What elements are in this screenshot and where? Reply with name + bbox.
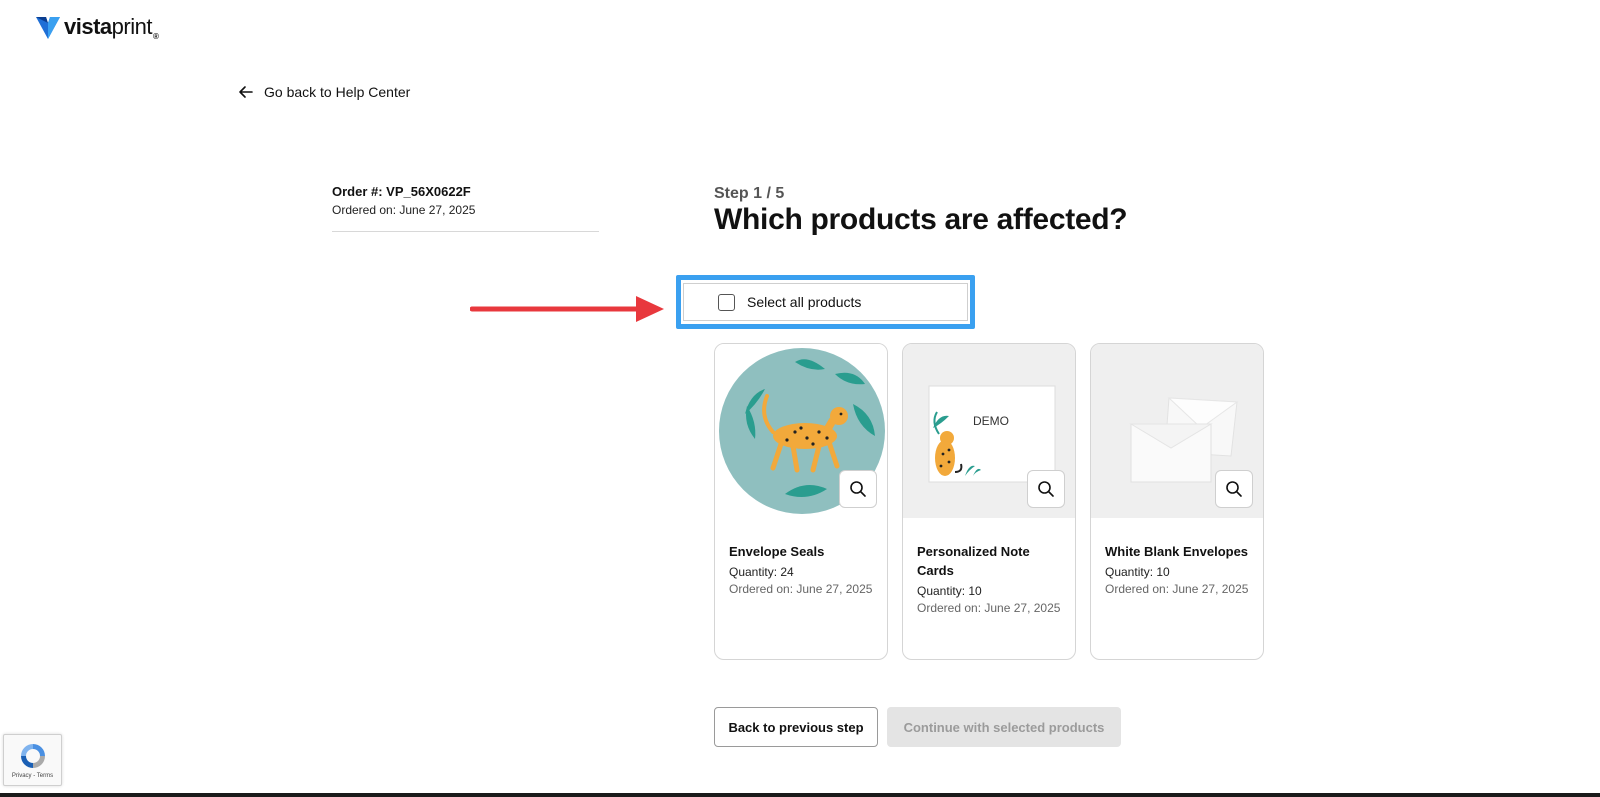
recaptcha-privacy-terms[interactable]: Privacy - Terms [12,773,53,779]
arrow-left-icon [239,86,253,98]
step-indicator: Step 1 / 5 [714,185,785,202]
order-number: Order #: VP_56X0622F [332,184,471,199]
vistaprint-logo-icon [36,16,60,39]
vistaprint-logo[interactable]: vistaprint® [36,14,159,42]
select-all-label: Select all products [747,294,862,310]
product-order-date: Ordered on: June 27, 2025 [729,582,873,596]
page-title: Which products are affected? [714,203,1128,236]
product-order-date: Ordered on: June 27, 2025 [1105,582,1249,596]
product-name: White Blank Envelopes [1105,544,1249,559]
product-card-personalized-note-cards[interactable]: DEMO Personalized Note Cards Quantity: 1… [902,343,1076,660]
magnifier-icon [1226,481,1242,497]
order-info: Order #: VP_56X0622F Ordered on: June 27… [332,184,599,232]
product-image: DEMO [903,344,1075,518]
select-all-checkbox[interactable] [718,293,735,311]
product-image [1091,344,1263,518]
back-to-help-center-link[interactable]: Go back to Help Center [238,84,410,100]
back-link-label: Go back to Help Center [264,84,411,100]
product-card-white-blank-envelopes[interactable]: White Blank Envelopes Quantity: 10 Order… [1090,343,1264,660]
magnifier-icon [1038,481,1054,497]
product-card-envelope-seals[interactable]: Envelope Seals Quantity: 24 Ordered on: … [714,343,888,660]
product-details: Personalized Note Cards Quantity: 10 Ord… [903,518,1075,617]
recaptcha-badge[interactable]: Privacy - Terms [3,734,62,786]
product-list: Envelope Seals Quantity: 24 Ordered on: … [714,343,1264,660]
bottom-bar [0,793,1600,797]
product-order-date: Ordered on: June 27, 2025 [917,601,1061,615]
product-quantity: Quantity: 10 [917,584,982,598]
continue-with-selected-products-button[interactable]: Continue with selected products [887,707,1121,747]
logo-wordmark: vistaprint® [64,14,159,42]
product-quantity: Quantity: 24 [729,565,794,579]
magnifier-icon [850,481,866,497]
back-to-previous-step-button[interactable]: Back to previous step [714,707,878,747]
zoom-button[interactable] [1027,470,1065,508]
order-date: Ordered on: June 27, 2025 [332,203,476,217]
product-name: Personalized Note Cards [917,544,1030,578]
annotation-arrow-icon [470,296,664,322]
select-all-products[interactable]: Select all products [683,283,968,321]
product-details: White Blank Envelopes Quantity: 10 Order… [1091,518,1263,598]
product-image [715,344,887,518]
product-name: Envelope Seals [729,544,825,559]
zoom-button[interactable] [1215,470,1253,508]
product-details: Envelope Seals Quantity: 24 Ordered on: … [715,518,887,598]
recaptcha-icon [20,744,45,768]
demo-label: DEMO [973,414,1009,428]
zoom-button[interactable] [839,470,877,508]
product-quantity: Quantity: 10 [1105,565,1170,579]
